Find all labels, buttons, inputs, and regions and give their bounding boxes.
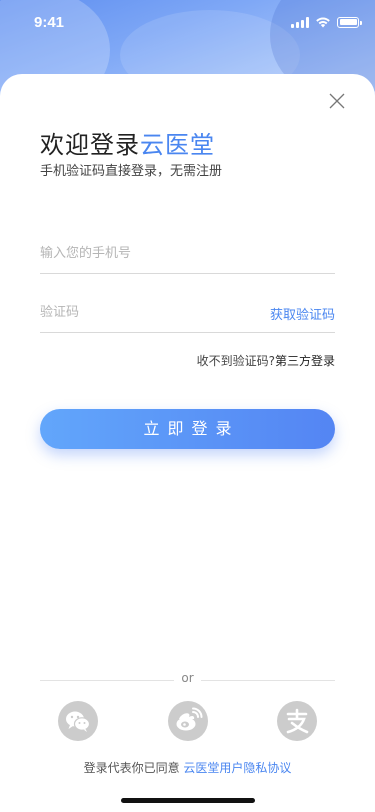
- alipay-icon: [286, 708, 309, 734]
- weibo-login-button[interactable]: [168, 701, 208, 741]
- battery-icon: [337, 16, 362, 28]
- agreement-prefix: 登录代表你已同意: [83, 761, 180, 775]
- brand-name: 云医堂: [140, 131, 215, 159]
- agreement-text: 登录代表你已同意 云医堂用户隐私协议: [0, 759, 375, 776]
- code-field: 获取验证码: [40, 292, 335, 333]
- home-indicator: [121, 798, 255, 803]
- phone-field: [40, 233, 335, 274]
- verification-code-input[interactable]: [40, 292, 250, 332]
- phone-input[interactable]: [40, 233, 250, 273]
- page-title: 欢迎登录云医堂: [40, 125, 215, 160]
- signal-icon: [291, 16, 309, 28]
- or-label: or: [181, 671, 194, 685]
- weibo-icon: [176, 707, 203, 731]
- status-time: 9:41: [34, 14, 65, 31]
- status-bar: 9:41: [0, 0, 375, 44]
- login-sheet: 欢迎登录云医堂 手机验证码直接登录，无需注册 获取验证码 收不到验证码?第三方登…: [0, 74, 375, 812]
- no-code-text: 收不到验证码?: [196, 354, 275, 368]
- title-prefix: 欢迎登录: [40, 131, 140, 159]
- get-code-button[interactable]: 获取验证码: [270, 304, 335, 323]
- close-icon[interactable]: [329, 93, 345, 109]
- third-party-login-link[interactable]: 第三方登录: [275, 354, 335, 368]
- status-icons: [291, 15, 362, 29]
- divider-right: [201, 680, 335, 681]
- alipay-login-button[interactable]: [277, 701, 317, 741]
- login-button[interactable]: 立即登录: [40, 409, 335, 449]
- page-subtitle: 手机验证码直接登录，无需注册: [40, 164, 223, 179]
- help-row: 收不到验证码?第三方登录: [197, 352, 335, 369]
- wechat-login-button[interactable]: [58, 701, 98, 741]
- wechat-icon: [66, 711, 91, 732]
- wifi-icon: [316, 17, 330, 28]
- privacy-agreement-link[interactable]: 云医堂用户隐私协议: [183, 761, 291, 775]
